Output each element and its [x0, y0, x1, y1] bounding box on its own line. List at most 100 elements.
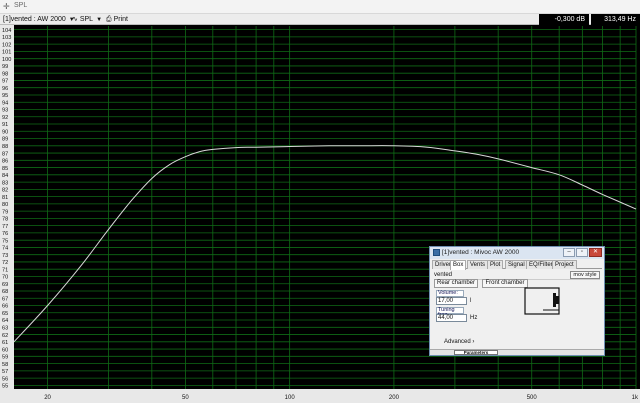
driver-icon	[553, 293, 556, 307]
y-tick-label: 80	[2, 202, 8, 208]
design-select[interactable]: [1]vented : AW 2000 ▼	[3, 15, 75, 24]
x-tick-label: 200	[389, 395, 400, 401]
driver-magnet-icon	[556, 296, 559, 304]
tuning-input[interactable]: 44,00	[436, 314, 467, 322]
y-tick-label: 64	[2, 318, 8, 324]
tuning-label: Tuning freq.	[436, 307, 464, 318]
x-tick-label: 50	[182, 395, 189, 401]
y-tick-label: 99	[2, 64, 8, 70]
tab-box[interactable]: Box	[450, 260, 467, 270]
y-tick-label: 58	[2, 362, 8, 368]
y-tick-label: 67	[2, 296, 8, 302]
y-tick-label: 102	[2, 42, 11, 48]
view-select[interactable]: ∿ SPL ▼	[72, 15, 102, 24]
x-tick-label: 1k	[632, 395, 639, 401]
y-tick-label: 89	[2, 137, 8, 143]
y-tick-label: 101	[2, 50, 11, 56]
y-tick-label: 81	[2, 195, 8, 201]
y-tick-label: 82	[2, 188, 8, 194]
maximize-button[interactable]: ▫	[576, 248, 588, 257]
app-window: ✛ SPL [1]vented : AW 2000 ▼ ∿ SPL ▼ ⎙ Prin…	[0, 0, 640, 403]
design-select-label: [1]vented : AW 2000	[3, 16, 66, 23]
dialog-title: [1]vented : Mivoc AW 2000	[442, 249, 520, 256]
dialog-status-bar: Parameters	[430, 349, 604, 355]
y-tick-label: 85	[2, 166, 8, 172]
y-tick-label: 60	[2, 347, 8, 353]
app-icon	[433, 249, 440, 256]
y-tick-label: 84	[2, 173, 8, 179]
y-tick-label: 95	[2, 93, 8, 99]
alignment-value: vented	[434, 272, 453, 278]
y-tick-label: 56	[2, 376, 8, 382]
y-tick-label: 73	[2, 253, 8, 259]
y-tick-label: 96	[2, 86, 8, 92]
tab-project[interactable]: Project	[552, 260, 577, 269]
tab-plot[interactable]: Plot	[487, 260, 504, 269]
y-tick-label: 87	[2, 151, 8, 157]
frequency-readout: 313,49 Hz	[591, 14, 640, 25]
y-tick-label: 71	[2, 267, 8, 273]
y-tick-label: 79	[2, 209, 8, 215]
title-bar: ✛ SPL	[0, 0, 640, 14]
volume-unit: l	[470, 298, 472, 304]
close-button[interactable]: ✕	[589, 248, 602, 257]
y-tick-label: 70	[2, 275, 8, 281]
y-tick-label: 69	[2, 282, 8, 288]
y-tick-label: 98	[2, 71, 8, 77]
y-tick-label: 75	[2, 238, 8, 244]
x-tick-label: 100	[285, 395, 296, 401]
wave-icon: ∿	[72, 16, 78, 23]
y-tick-label: 62	[2, 333, 8, 339]
y-tick-label: 97	[2, 79, 8, 85]
y-tick-label: 68	[2, 289, 8, 295]
y-tick-label: 63	[2, 325, 8, 331]
more-style-button[interactable]: mov style	[570, 271, 600, 279]
box-diagram	[524, 287, 560, 315]
y-tick-label: 88	[2, 144, 8, 150]
dialog-title-bar: [1]vented : Mivoc AW 2000 – ▫ ✕	[430, 247, 604, 259]
y-tick-label: 91	[2, 122, 8, 128]
y-tick-label: 57	[2, 369, 8, 375]
y-tick-label: 86	[2, 159, 8, 165]
y-tick-label: 66	[2, 304, 8, 310]
y-tick-label: 59	[2, 355, 8, 361]
tab-vents[interactable]: Vents	[467, 260, 489, 269]
y-tick-label: 100	[2, 57, 11, 63]
box-dialog: [1]vented : Mivoc AW 2000 – ▫ ✕ Driver B…	[429, 246, 605, 356]
rear-chamber-button[interactable]: Rear chamber	[434, 279, 478, 288]
y-tick-label: 94	[2, 100, 8, 106]
tuning-unit: Hz	[470, 315, 478, 321]
minimize-button[interactable]: –	[563, 248, 575, 257]
print-button[interactable]: ⎙ Print	[106, 15, 128, 24]
toolbar: [1]vented : AW 2000 ▼ ∿ SPL ▼ ⎙ Print -0,3…	[0, 14, 640, 25]
tab-signal[interactable]: Signal	[505, 260, 528, 269]
y-tick-label: 92	[2, 115, 8, 121]
printer-icon: ⎙	[106, 16, 112, 23]
y-tick-label: 77	[2, 224, 8, 230]
y-tick-label: 55	[2, 384, 8, 390]
parameters-tab[interactable]: Parameters	[454, 350, 498, 355]
view-select-label: SPL	[79, 16, 94, 23]
y-tick-label: 93	[2, 108, 8, 114]
dialog-tabs: Driver Box Vents Plot Signal EQ/Filter P…	[432, 260, 602, 270]
y-tick-label: 72	[2, 260, 8, 266]
advanced-link[interactable]: Advanced ›	[444, 339, 474, 345]
y-tick-label: 76	[2, 231, 8, 237]
window-title: SPL	[14, 2, 28, 9]
y-tick-label: 74	[2, 246, 8, 252]
x-tick-label: 500	[527, 395, 538, 401]
move-icon: ✛	[3, 2, 10, 11]
db-readout: -0,300 dB	[539, 14, 589, 25]
x-axis-strip	[0, 389, 640, 403]
volume-label: Volume:	[436, 290, 464, 297]
chevron-down-icon: ▼	[96, 17, 103, 23]
y-tick-label: 103	[2, 35, 11, 41]
volume-input[interactable]: 17,00	[436, 297, 467, 305]
y-tick-label: 83	[2, 180, 8, 186]
x-tick-label: 20	[44, 395, 51, 401]
y-tick-label: 61	[2, 340, 8, 346]
y-tick-label: 90	[2, 129, 8, 135]
y-tick-label: 78	[2, 217, 8, 223]
print-label: Print	[113, 16, 128, 23]
y-tick-label: 65	[2, 311, 8, 317]
